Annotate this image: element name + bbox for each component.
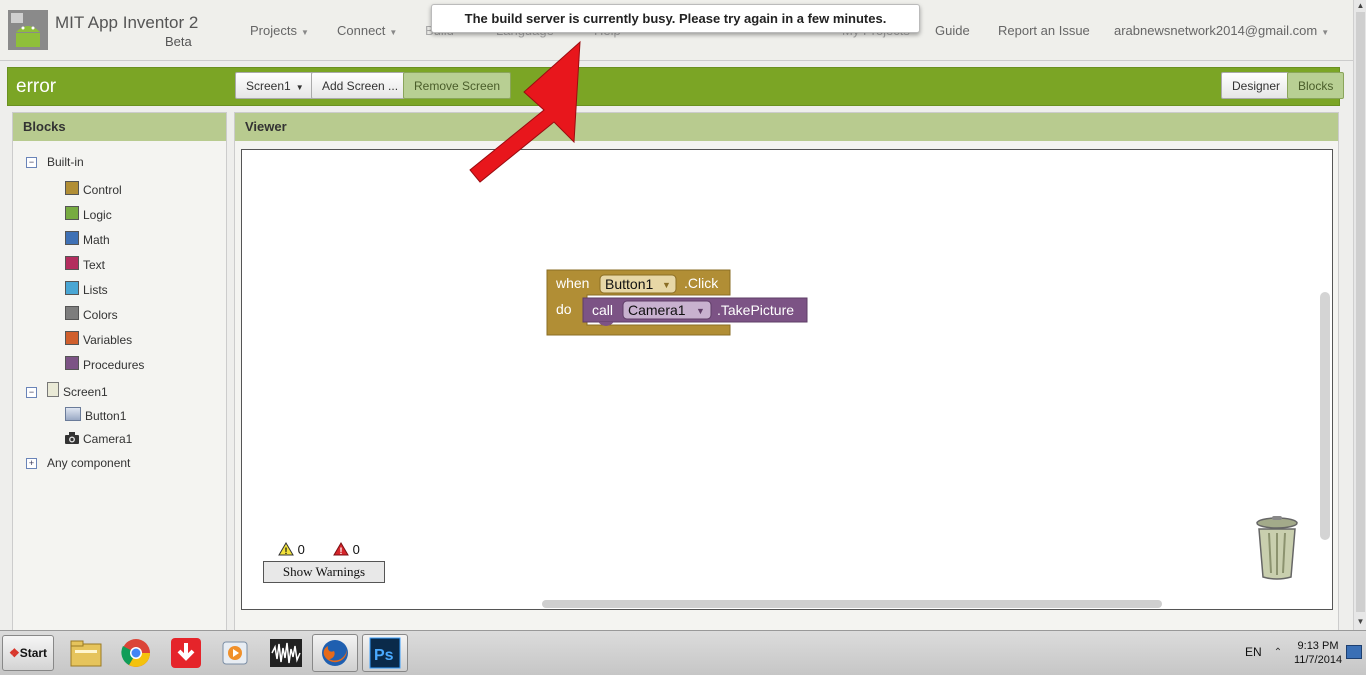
svg-text:Ps: Ps	[374, 647, 394, 664]
button-component-icon	[65, 407, 81, 421]
expand-icon[interactable]: +	[26, 458, 37, 469]
component-camera1[interactable]: Camera1	[65, 432, 132, 446]
procedures-color-icon	[65, 356, 79, 370]
category-lists[interactable]: Lists	[65, 281, 108, 297]
category-math[interactable]: Math	[65, 231, 110, 247]
screen-select-button[interactable]: Screen1 ▼	[235, 72, 315, 99]
error-count: ! 0	[333, 542, 360, 557]
media-player-icon[interactable]	[213, 634, 259, 672]
add-screen-button[interactable]: Add Screen ...	[311, 72, 410, 99]
workspace-vertical-scrollbar[interactable]	[1320, 292, 1330, 540]
app-title: MIT App Inventor 2	[55, 13, 199, 32]
tree-any-component[interactable]: + Any component	[26, 456, 130, 470]
clock-time: 9:13 PM	[1297, 640, 1339, 652]
trash-can-icon[interactable]	[1252, 515, 1302, 581]
control-color-icon	[65, 181, 79, 195]
tree-builtin[interactable]: − Built-in	[26, 155, 84, 169]
project-name: error	[16, 76, 57, 97]
colors-color-icon	[65, 306, 79, 320]
screen-icon	[47, 382, 59, 397]
chevron-down-icon: ▼	[295, 83, 304, 92]
red-arrow-icon	[469, 40, 581, 183]
chevron-down-icon: ▼	[1321, 28, 1330, 37]
category-procedures[interactable]: Procedures	[65, 356, 144, 372]
chevron-down-icon: ▼	[300, 28, 309, 37]
app-inventor-logo-icon[interactable]	[8, 10, 48, 50]
event-name-label: .Click	[684, 275, 719, 291]
project-toolbar: error Screen1 ▼ Add Screen ... Remove Scr…	[7, 67, 1345, 106]
blocks-canvas: when Button1 ▼ .Click do call Camera1 ▼ …	[546, 269, 808, 336]
call-camera1-takepicture-block[interactable]: call Camera1 ▼ .TakePicture	[582, 297, 808, 326]
lists-color-icon	[65, 281, 79, 295]
windows-logo-icon: ❖	[8, 646, 20, 660]
file-explorer-icon[interactable]	[63, 634, 109, 672]
blocks-workspace[interactable]: when Button1 ▼ .Click do call Camera1 ▼ …	[241, 149, 1333, 610]
blocks-panel: Blocks − Built-in Control Logic Math Text…	[12, 112, 227, 631]
collapse-icon[interactable]: −	[26, 387, 37, 398]
scroll-down-icon[interactable]: ▼	[1354, 616, 1366, 628]
warning-count: ! 0	[278, 542, 305, 557]
show-warnings-button[interactable]: Show Warnings	[263, 561, 385, 583]
category-colors[interactable]: Colors	[65, 306, 118, 322]
audio-editor-icon[interactable]	[263, 634, 309, 672]
window-scrollbar[interactable]: ▲ ▼	[1353, 0, 1366, 630]
svg-text:!: !	[340, 546, 343, 556]
category-text[interactable]: Text	[65, 256, 105, 272]
report-issue-link[interactable]: Report an Issue	[998, 23, 1090, 38]
show-hidden-icons-icon[interactable]: ⌃	[1270, 637, 1286, 669]
component-button1[interactable]: Button1	[65, 407, 126, 423]
app-beta-label: Beta	[165, 34, 192, 49]
tree-screen1[interactable]: − Screen1	[26, 382, 108, 399]
viewer-panel: Viewer when Button1 ▼ .Click do call Cam…	[234, 112, 1339, 631]
when-label: when	[555, 275, 589, 291]
category-control[interactable]: Control	[65, 181, 122, 197]
category-variables[interactable]: Variables	[65, 331, 132, 347]
do-label: do	[556, 301, 572, 317]
chevron-down-icon: ▼	[662, 280, 671, 290]
error-triangle-icon: !	[333, 542, 349, 556]
clock-date: 11/7/2014	[1293, 654, 1343, 666]
build-server-busy-message: The build server is currently busy. Plea…	[431, 4, 920, 33]
language-indicator[interactable]: EN	[1245, 645, 1262, 659]
warning-triangle-icon: !	[278, 542, 294, 556]
method-label: .TakePicture	[717, 302, 794, 318]
connect-menu[interactable]: Connect ▼	[337, 23, 397, 38]
designer-button[interactable]: Designer	[1221, 72, 1292, 99]
category-logic[interactable]: Logic	[65, 206, 112, 222]
chevron-down-icon: ▼	[389, 28, 398, 37]
blocks-button[interactable]: Blocks	[1287, 72, 1345, 99]
math-color-icon	[65, 231, 79, 245]
text-color-icon	[65, 256, 79, 270]
start-button[interactable]: ❖Start	[2, 635, 54, 671]
viewer-title: Viewer	[235, 113, 1338, 141]
blocks-panel-title: Blocks	[13, 113, 226, 141]
projects-menu[interactable]: Projects ▼	[250, 23, 309, 38]
windows-taskbar: ❖Start Ps EN ⌃ 9:13 PM 11/7/2014	[0, 630, 1366, 675]
camera-icon	[65, 432, 79, 444]
show-desktop-icon[interactable]	[1346, 645, 1362, 659]
guide-link[interactable]: Guide	[935, 23, 970, 38]
system-clock[interactable]: 9:13 PM 11/7/2014	[1290, 639, 1346, 667]
logic-color-icon	[65, 206, 79, 220]
chevron-down-icon: ▼	[696, 306, 705, 316]
window-scrollbar-thumb[interactable]	[1356, 12, 1365, 612]
call-label: call	[592, 302, 613, 318]
collapse-icon[interactable]: −	[26, 157, 37, 168]
chrome-icon[interactable]	[113, 634, 159, 672]
workspace-horizontal-scrollbar[interactable]	[542, 600, 1162, 608]
scroll-up-icon[interactable]: ▲	[1354, 0, 1366, 12]
photoshop-icon[interactable]: Ps	[362, 634, 408, 672]
event-component-label: Button1	[605, 276, 653, 292]
svg-text:!: !	[285, 546, 288, 556]
call-component-label: Camera1	[628, 302, 686, 318]
firefox-icon[interactable]	[312, 634, 358, 672]
variables-color-icon	[65, 331, 79, 345]
download-manager-icon[interactable]	[163, 634, 209, 672]
account-menu[interactable]: arabnewsnetwork2014@gmail.com ▼	[1114, 23, 1329, 38]
